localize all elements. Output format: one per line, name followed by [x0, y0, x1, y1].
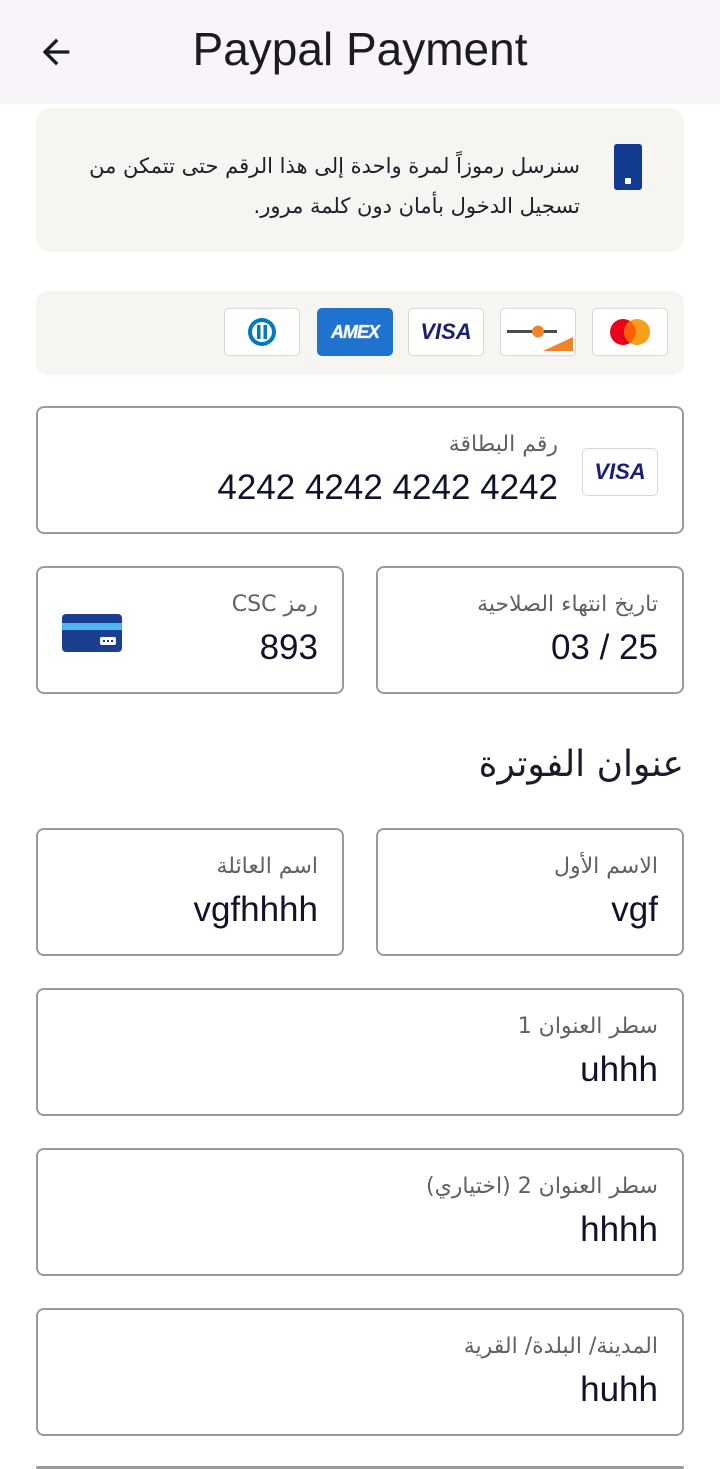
card-back-icon	[62, 614, 122, 652]
visa-label: VISA	[420, 319, 472, 344]
address-line-2-input[interactable]: hhhh	[580, 1210, 658, 1250]
city-label: المدينة/ البلدة/ القرية	[463, 1334, 658, 1359]
expiry-date-label: تاريخ انتهاء الصلاحية	[477, 592, 658, 617]
card-number-label: رقم البطاقة	[448, 432, 558, 457]
card-number-field[interactable]: رقم البطاقة 4242 4242 4242 4242 VISA	[36, 406, 684, 534]
first-name-field[interactable]: الاسم الأول vgf	[376, 828, 684, 956]
last-name-input[interactable]: vgfhhhh	[193, 890, 318, 930]
address-line-2-label: سطر العنوان 2 (اختياري)	[425, 1174, 658, 1199]
amex-label: AMEX	[330, 321, 380, 342]
billing-address-title: عنوان الفوترة	[478, 744, 684, 785]
csc-input[interactable]: 893	[260, 628, 318, 668]
city-input[interactable]: huhh	[580, 1370, 658, 1410]
last-name-field[interactable]: اسم العائلة vgfhhhh	[36, 828, 344, 956]
first-name-input[interactable]: vgf	[611, 890, 658, 930]
mastercard-icon	[592, 308, 668, 356]
visa-icon: VISA	[408, 308, 484, 356]
otp-notice-text: سنرسل رموزاً لمرة واحدة إلى هذا الرقم حت…	[89, 154, 580, 218]
city-field[interactable]: المدينة/ البلدة/ القرية huhh	[36, 1308, 684, 1436]
amex-icon: AMEX	[317, 308, 393, 356]
first-name-label: الاسم الأول	[554, 854, 658, 879]
address-line-1-label: سطر العنوان 1	[517, 1014, 658, 1039]
expiry-date-field[interactable]: تاريخ انتهاء الصلاحية 03 / 25	[376, 566, 684, 694]
csc-label: رمز CSC	[231, 592, 318, 617]
page-title: Paypal Payment	[192, 23, 528, 75]
address-line-2-field[interactable]: سطر العنوان 2 (اختياري) hhhh	[36, 1148, 684, 1276]
card-number-input[interactable]: 4242 4242 4242 4242	[217, 468, 558, 508]
otp-notice: سنرسل رموزاً لمرة واحدة إلى هذا الرقم حت…	[36, 108, 684, 252]
phone-icon	[614, 144, 642, 190]
accepted-cards-bar: AMEX VISA	[36, 291, 684, 375]
card-brand-visa-icon: VISA	[582, 448, 658, 496]
csc-field[interactable]: رمز CSC 893	[36, 566, 344, 694]
last-name-label: اسم العائلة	[216, 854, 318, 879]
app-header: Paypal Payment	[0, 0, 720, 104]
expiry-date-input[interactable]: 03 / 25	[551, 628, 658, 668]
address-line-1-field[interactable]: سطر العنوان 1 uhhh	[36, 988, 684, 1116]
address-line-1-input[interactable]: uhhh	[580, 1050, 658, 1090]
card-brand-visa-label: VISA	[594, 459, 646, 484]
discover-icon	[500, 308, 576, 356]
diners-club-icon	[224, 308, 300, 356]
